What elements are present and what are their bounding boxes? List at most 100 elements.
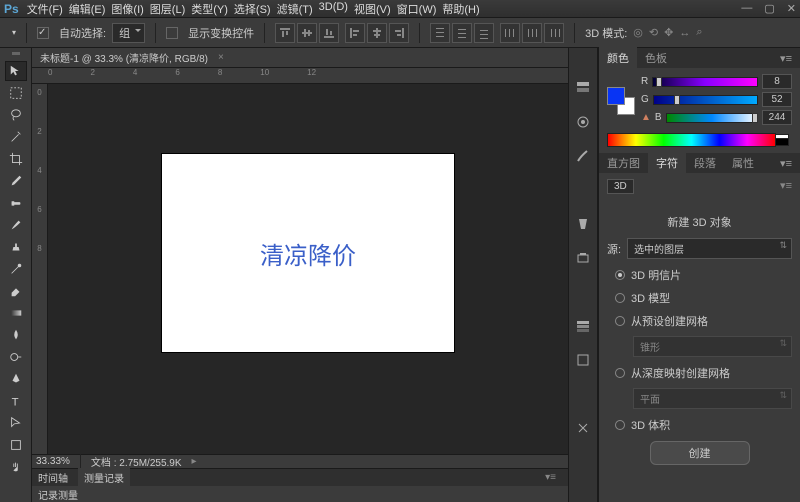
menu-3d[interactable]: 3D(D) [319,1,348,17]
align-top-icon[interactable] [275,23,295,43]
pen-tool[interactable] [5,369,27,389]
radio-postcard-row[interactable]: 3D 明信片 [607,267,792,283]
actions-panel-icon[interactable] [573,112,593,132]
b-value[interactable]: 244 [762,110,792,125]
history-panel-icon[interactable] [573,78,593,98]
shape-tool[interactable] [5,435,27,455]
menu-type[interactable]: 类型(Y) [191,1,228,17]
radio-model[interactable] [615,293,625,303]
align-right-icon[interactable] [389,23,409,43]
zoom-level[interactable]: 33.33% [36,456,70,467]
tab-histogram[interactable]: 直方图 [599,152,648,174]
tab-character[interactable]: 字符 [648,152,686,174]
panel-3d-button[interactable]: 3D [607,179,634,194]
menu-help[interactable]: 帮助(H) [442,1,479,17]
gradient-tool[interactable] [5,303,27,323]
tab-timeline[interactable]: 时间轴 [38,470,68,485]
create-button[interactable]: 创建 [650,441,750,465]
source-dropdown[interactable]: 选中的图层 [627,238,792,259]
r-slider[interactable] [652,77,758,87]
radio-postcard[interactable] [615,270,625,280]
maximize-button[interactable]: ▢ [764,2,774,15]
brush-presets-icon[interactable] [573,214,593,234]
align-hcenter-icon[interactable] [367,23,387,43]
radio-volume-row[interactable]: 3D 体积 [607,417,792,433]
marquee-tool[interactable] [5,83,27,103]
r-value[interactable]: 8 [762,74,792,89]
tab-swatches[interactable]: 色板 [637,47,675,69]
orbit-icon[interactable]: ◎ [633,26,643,39]
color-spectrum[interactable] [607,133,776,147]
path-select-tool[interactable] [5,413,27,433]
radio-preset-row[interactable]: 从预设创建网格 [607,313,792,329]
hand-tool[interactable] [5,457,27,477]
status-arrow-icon[interactable]: ▸ [192,456,197,467]
canvas[interactable]: 清凉降价 [162,154,454,352]
magic-wand-tool[interactable] [5,127,27,147]
canvas-text-layer[interactable]: 清凉降价 [260,236,356,271]
menu-select[interactable]: 选择(S) [234,1,271,17]
layers-panel-icon[interactable] [573,316,593,336]
menu-edit[interactable]: 编辑(E) [69,1,106,17]
clone-source-icon[interactable] [573,248,593,268]
document-size[interactable]: 文档 : 2.75M/255.9K [91,454,182,469]
radio-depth-row[interactable]: 从深度映射创建网格 [607,365,792,381]
align-bottom-icon[interactable] [319,23,339,43]
dodge-tool[interactable] [5,347,27,367]
tool-presets-icon[interactable] [573,418,593,438]
radio-preset[interactable] [615,316,625,326]
ruler-vertical[interactable]: 02468 [32,84,48,454]
auto-select-dropdown[interactable]: 组 [112,23,145,43]
tab-paragraph[interactable]: 段落 [686,152,724,174]
document-tab[interactable]: 未标题-1 @ 33.3% (清凉降价, RGB/8) × [32,48,568,68]
menu-window[interactable]: 窗口(W) [397,1,437,17]
history-brush-tool[interactable] [5,259,27,279]
color-panel-menu-icon[interactable]: ▾≡ [772,49,800,68]
menu-view[interactable]: 视图(V) [354,1,391,17]
show-transform-checkbox[interactable] [166,27,178,39]
b-slider[interactable] [666,113,758,123]
close-tab-icon[interactable]: × [218,52,224,63]
dist-bottom-icon[interactable] [474,23,494,43]
dist-hcenter-icon[interactable] [522,23,542,43]
tab-color[interactable]: 颜色 [599,47,637,69]
channels-panel-icon[interactable] [573,350,593,370]
tab-properties[interactable]: 属性 [724,152,762,174]
panel-3d-menu-icon[interactable]: ▾≡ [780,179,792,192]
radio-volume[interactable] [615,420,625,430]
tab-measurement[interactable]: 测量记录 [78,468,130,487]
tools-grip[interactable] [12,52,20,55]
g-slider[interactable] [653,95,758,105]
menu-file[interactable]: 文件(F) [27,1,63,17]
crop-tool[interactable] [5,149,27,169]
menu-filter[interactable]: 滤镜(T) [277,1,313,17]
minimize-button[interactable]: — [741,2,752,15]
close-button[interactable]: ✕ [787,2,796,15]
color-swatches[interactable] [607,87,635,115]
slide-icon[interactable]: ↔ [679,27,690,39]
dist-left-icon[interactable] [500,23,520,43]
auto-select-checkbox[interactable] [37,27,49,39]
clone-stamp-tool[interactable] [5,237,27,257]
lasso-tool[interactable] [5,105,27,125]
chevron-down-icon[interactable]: ▾ [12,28,16,37]
menu-image[interactable]: 图像(I) [111,1,143,17]
dist-top-icon[interactable] [430,23,450,43]
align-vcenter-icon[interactable] [297,23,317,43]
blur-tool[interactable] [5,325,27,345]
char-panel-menu-icon[interactable]: ▾≡ [772,154,800,173]
pan-icon[interactable]: ✥ [664,26,673,39]
menu-layer[interactable]: 图层(L) [150,1,185,17]
radio-model-row[interactable]: 3D 模型 [607,290,792,306]
record-measure-button[interactable]: 记录测量 [38,487,78,502]
foreground-color-swatch[interactable] [607,87,625,105]
zoom-icon[interactable]: ⌕ [696,26,702,39]
eyedropper-tool[interactable] [5,171,27,191]
canvas-stage[interactable]: 清凉降价 [48,84,568,454]
roll-icon[interactable]: ⟲ [649,26,658,39]
ruler-horizontal[interactable]: 024681012 [32,68,568,84]
brush-tool[interactable] [5,215,27,235]
dist-vcenter-icon[interactable] [452,23,472,43]
brush-panel-icon[interactable] [573,146,593,166]
bottom-panel-menu-icon[interactable]: ▾≡ [539,472,562,483]
